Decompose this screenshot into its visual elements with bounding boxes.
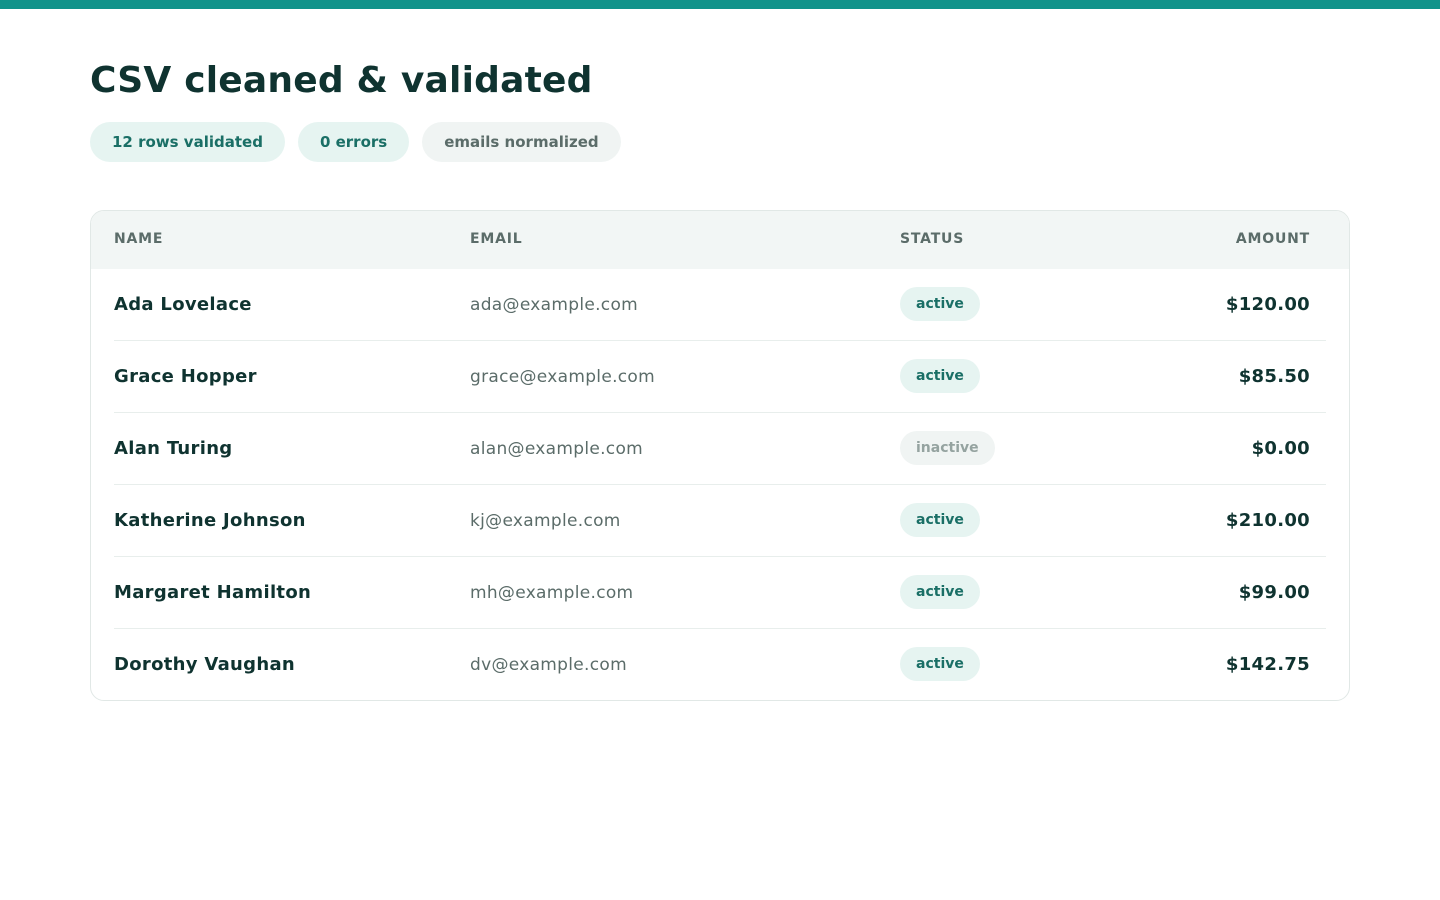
table-header: NAME EMAIL STATUS AMOUNT <box>91 211 1349 269</box>
cell-status: active <box>900 269 980 341</box>
status-badge: active <box>900 286 980 321</box>
chip-errors: 0 errors <box>297 122 410 162</box>
header-status[interactable]: STATUS <box>900 231 964 247</box>
cell-name: Alan Turing <box>114 438 233 459</box>
cell-amount: $99.00 <box>1238 582 1310 603</box>
table-row[interactable]: Katherine Johnson kj@example.com active … <box>91 485 1349 557</box>
summary-chips: 12 rows validated 0 errors emails normal… <box>90 122 621 162</box>
chip-rows-validated: 12 rows validated <box>90 122 285 162</box>
cell-name: Grace Hopper <box>114 366 257 387</box>
status-badge: active <box>900 358 980 393</box>
cell-name: Katherine Johnson <box>114 510 306 531</box>
table-row[interactable]: Grace Hopper grace@example.com active $8… <box>91 341 1349 413</box>
cell-email: mh@example.com <box>470 583 634 603</box>
header-amount[interactable]: AMOUNT <box>1236 231 1310 247</box>
cell-email: alan@example.com <box>470 439 644 459</box>
table-row[interactable]: Ada Lovelace ada@example.com active $120… <box>91 269 1349 341</box>
status-badge: active <box>900 646 980 681</box>
cell-amount: $120.00 <box>1225 294 1310 315</box>
cell-name: Dorothy Vaughan <box>114 654 296 675</box>
top-accent-bar <box>0 0 1440 9</box>
cell-email: grace@example.com <box>470 367 655 387</box>
header-email[interactable]: EMAIL <box>470 231 522 247</box>
cell-email: kj@example.com <box>470 511 621 531</box>
data-table: NAME EMAIL STATUS AMOUNT Ada Lovelace ad… <box>90 210 1350 701</box>
status-badge: active <box>900 574 980 609</box>
cell-email: dv@example.com <box>470 655 627 675</box>
cell-status: active <box>900 485 980 557</box>
table-row[interactable]: Alan Turing alan@example.com inactive $0… <box>91 413 1349 485</box>
chip-emails-normalized: emails normalized <box>422 122 621 162</box>
cell-amount: $210.00 <box>1225 510 1310 531</box>
header-name[interactable]: NAME <box>114 231 163 247</box>
cell-status: active <box>900 557 980 629</box>
status-badge: active <box>900 502 980 537</box>
table-row[interactable]: Margaret Hamilton mh@example.com active … <box>91 557 1349 629</box>
page-title: CSV cleaned & validated <box>90 60 593 101</box>
cell-name: Ada Lovelace <box>114 294 252 315</box>
cell-email: ada@example.com <box>470 295 639 315</box>
cell-amount: $0.00 <box>1251 438 1310 459</box>
cell-amount: $142.75 <box>1225 654 1310 675</box>
cell-amount: $85.50 <box>1238 366 1310 387</box>
cell-status: active <box>900 341 980 413</box>
cell-name: Margaret Hamilton <box>114 582 312 603</box>
status-badge: inactive <box>900 430 995 465</box>
table-row[interactable]: Dorothy Vaughan dv@example.com active $1… <box>91 629 1349 700</box>
cell-status: inactive <box>900 413 995 485</box>
cell-status: active <box>900 629 980 700</box>
